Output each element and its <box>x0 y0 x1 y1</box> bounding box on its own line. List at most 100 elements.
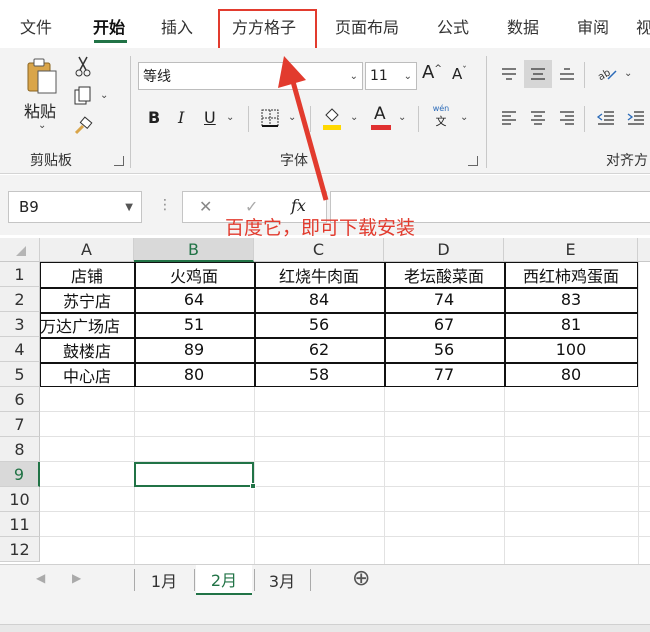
annotation-arrow-icon <box>278 56 329 201</box>
column-header-e[interactable]: E <box>504 238 638 262</box>
table-cell[interactable]: 89 <box>134 337 254 362</box>
column-header-a[interactable]: A <box>40 238 134 262</box>
table-cell[interactable]: 64 <box>134 287 254 312</box>
align-top-icon[interactable] <box>498 62 520 86</box>
table-cell[interactable]: 万达广场店 <box>40 312 134 337</box>
table-cell[interactable]: 80 <box>504 362 638 387</box>
tab-file[interactable]: 文件 <box>20 14 52 38</box>
table-header-cell[interactable]: 西红柿鸡蛋面 <box>504 262 638 287</box>
row-header[interactable]: 2 <box>0 287 40 312</box>
table-header-cell[interactable]: 火鸡面 <box>134 262 254 287</box>
column-header-b[interactable]: B <box>134 238 254 262</box>
table-cell[interactable]: 100 <box>504 337 638 362</box>
increase-indent-icon[interactable] <box>624 106 648 130</box>
font-color-icon[interactable]: A <box>370 104 392 132</box>
name-box[interactable]: B9 ▼ <box>8 191 142 223</box>
format-painter-icon[interactable] <box>72 114 94 138</box>
underline-dropdown-icon[interactable]: ⌄ <box>226 112 234 123</box>
tab-formulas[interactable]: 公式 <box>437 14 469 38</box>
column-header-d[interactable]: D <box>384 238 504 262</box>
name-box-value: B9 <box>19 198 39 216</box>
align-center-icon[interactable] <box>527 106 549 130</box>
worksheet-grid[interactable]: A B C D E 1 2 3 4 5 6 7 8 9 10 11 12 店铺 … <box>0 238 650 564</box>
row-header[interactable]: 9 <box>0 462 40 487</box>
table-header-cell[interactable]: 店铺 <box>40 262 134 287</box>
row-header[interactable]: 1 <box>0 262 40 287</box>
table-cell[interactable]: 51 <box>134 312 254 337</box>
fill-color-dropdown-icon[interactable]: ⌄ <box>350 112 358 123</box>
table-cell[interactable]: 62 <box>254 337 384 362</box>
tab-view[interactable]: 视 <box>636 14 650 38</box>
copy-dropdown-icon[interactable]: ⌄ <box>100 90 108 101</box>
sheet-tab-jan[interactable]: 1月 <box>140 565 188 595</box>
selected-cell-b9[interactable] <box>134 462 254 487</box>
align-bottom-icon[interactable] <box>556 62 578 86</box>
table-cell[interactable]: 鼓楼店 <box>40 337 134 362</box>
more-options-icon[interactable]: ⋮ <box>158 197 172 213</box>
tab-home[interactable]: 开始 <box>93 14 125 38</box>
table-header-cell[interactable]: 老坛酸菜面 <box>384 262 504 287</box>
row-header[interactable]: 12 <box>0 537 40 562</box>
font-color-dropdown-icon[interactable]: ⌄ <box>398 112 406 123</box>
column-header-f[interactable] <box>638 238 650 262</box>
grow-font-icon[interactable]: A^ <box>422 62 442 83</box>
row-header[interactable]: 11 <box>0 512 40 537</box>
row-header[interactable]: 8 <box>0 437 40 462</box>
cancel-icon[interactable]: ✕ <box>199 197 212 216</box>
table-cell[interactable]: 74 <box>384 287 504 312</box>
sheet-tab-mar[interactable]: 3月 <box>258 565 306 595</box>
chevron-down-icon: ▼ <box>125 201 133 213</box>
fill-handle[interactable] <box>250 483 256 489</box>
row-header[interactable]: 3 <box>0 312 40 337</box>
table-cell[interactable]: 苏宁店 <box>40 287 134 312</box>
copy-icon[interactable] <box>72 84 94 108</box>
align-left-icon[interactable] <box>498 106 520 130</box>
table-cell[interactable]: 58 <box>254 362 384 387</box>
tab-insert[interactable]: 插入 <box>161 14 193 38</box>
align-middle-icon[interactable] <box>524 60 552 88</box>
table-cell[interactable]: 80 <box>134 362 254 387</box>
italic-button[interactable]: I <box>178 108 184 127</box>
sheet-tab-feb[interactable]: 2月 <box>196 565 252 595</box>
orientation-dropdown-icon[interactable]: ⌄ <box>624 68 632 79</box>
bold-button[interactable]: B <box>148 108 160 127</box>
phonetic-guide-icon[interactable]: wén 文 <box>428 104 454 132</box>
table-cell[interactable]: 56 <box>384 337 504 362</box>
divider <box>248 106 249 132</box>
text-orientation-icon[interactable]: ab <box>594 62 620 86</box>
select-all-corner[interactable] <box>0 238 40 262</box>
font-launcher-icon[interactable] <box>468 156 478 166</box>
gridline <box>40 536 650 537</box>
scroll-right-icon[interactable]: ▶ <box>72 571 81 585</box>
phonetic-dropdown-icon[interactable]: ⌄ <box>460 112 468 123</box>
table-cell[interactable]: 83 <box>504 287 638 312</box>
table-cell[interactable]: 67 <box>384 312 504 337</box>
add-sheet-icon[interactable]: ⊕ <box>352 566 370 591</box>
row-header[interactable]: 10 <box>0 487 40 512</box>
font-size-select[interactable]: 11 ⌄ <box>365 62 417 90</box>
tab-data[interactable]: 数据 <box>507 14 539 38</box>
align-right-icon[interactable] <box>556 106 578 130</box>
underline-button[interactable]: U <box>204 108 216 127</box>
tab-review[interactable]: 审阅 <box>577 14 609 38</box>
row-header[interactable]: 4 <box>0 337 40 362</box>
column-header-c[interactable]: C <box>254 238 384 262</box>
table-cell[interactable]: 84 <box>254 287 384 312</box>
table-cell[interactable]: 中心店 <box>40 362 134 387</box>
paste-label[interactable]: 粘贴 <box>24 98 56 122</box>
row-header[interactable]: 5 <box>0 362 40 387</box>
cut-icon[interactable] <box>72 54 94 78</box>
paste-dropdown-icon[interactable]: ⌄ <box>38 120 46 131</box>
decrease-indent-icon[interactable] <box>594 106 618 130</box>
row-header[interactable]: 7 <box>0 412 40 437</box>
table-header-cell[interactable]: 红烧牛肉面 <box>254 262 384 287</box>
scroll-left-icon[interactable]: ◀ <box>36 571 45 585</box>
table-cell[interactable]: 81 <box>504 312 638 337</box>
shrink-font-icon[interactable]: Aˇ <box>452 65 467 83</box>
clipboard-launcher-icon[interactable] <box>114 156 124 166</box>
paste-icon[interactable] <box>22 56 62 98</box>
table-cell[interactable]: 56 <box>254 312 384 337</box>
tab-page-layout[interactable]: 页面布局 <box>335 14 399 38</box>
row-header[interactable]: 6 <box>0 387 40 412</box>
table-cell[interactable]: 77 <box>384 362 504 387</box>
